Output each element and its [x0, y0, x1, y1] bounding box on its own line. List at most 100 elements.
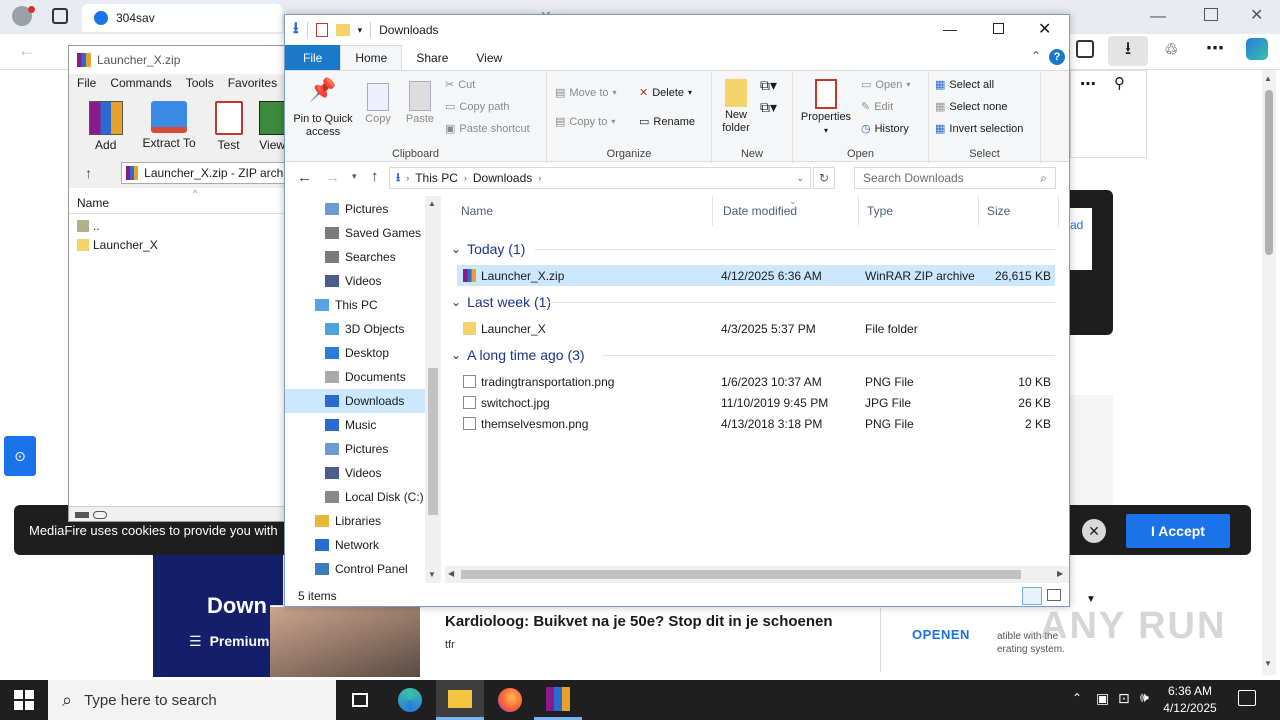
breadcrumb-downloads[interactable]: Downloads: [473, 171, 532, 185]
folder-qa-icon[interactable]: [335, 24, 350, 36]
explorer-maximize-icon[interactable]: [993, 23, 1004, 34]
paste-button[interactable]: Paste: [403, 81, 437, 126]
winrar-menu-commands[interactable]: Commands: [110, 76, 171, 90]
file-row[interactable]: themselvesmon.png 4/13/2018 3:18 PM PNG Fi…: [457, 413, 1055, 434]
browser-tab[interactable]: 304sav: [82, 4, 282, 32]
new-item-icon[interactable]: ⧉▾: [760, 77, 777, 94]
paste-shortcut-button[interactable]: ▣ Paste shortcut: [445, 122, 530, 136]
file-explorer-taskbar-icon[interactable]: [436, 680, 484, 720]
ad-image[interactable]: [270, 607, 420, 677]
copilot-icon[interactable]: [1246, 38, 1268, 60]
winrar-add-button[interactable]: Add: [77, 101, 134, 157]
winrar-row-parent[interactable]: ..: [77, 216, 100, 236]
breadcrumb-this-pc[interactable]: This PC: [415, 171, 458, 185]
new-folder-button[interactable]: New folder: [716, 79, 756, 135]
nav-item-network[interactable]: Network: [285, 533, 425, 557]
nav-back-icon[interactable]: ←: [297, 169, 312, 186]
nav-scroll-up-icon[interactable]: ▲: [428, 199, 436, 208]
hscroll-right-icon[interactable]: ▶: [1057, 569, 1063, 578]
ad-title[interactable]: Kardioloog: Buikvet na je 50e? Stop dit …: [445, 613, 833, 630]
tab-file[interactable]: File: [285, 45, 341, 70]
winrar-path-box[interactable]: Launcher_X.zip - ZIP archi: [121, 162, 287, 184]
nav-scroll-down-icon[interactable]: ▼: [428, 570, 436, 579]
nav-forward-icon[interactable]: →: [325, 169, 340, 186]
nav-item-desktop[interactable]: Desktop: [285, 341, 425, 365]
tab-home[interactable]: Home: [340, 45, 403, 70]
minimize-icon[interactable]: —: [1150, 8, 1180, 26]
nav-item-pictures[interactable]: Pictures: [285, 197, 425, 221]
horizontal-scroll-thumb[interactable]: [461, 570, 1021, 579]
nav-item-control-panel[interactable]: Control Panel: [285, 557, 425, 581]
start-icon[interactable]: [14, 690, 34, 710]
notifications-icon[interactable]: [1238, 690, 1256, 706]
nav-item-music[interactable]: Music: [285, 413, 425, 437]
winrar-test-button[interactable]: Test: [204, 101, 254, 157]
scroll-down-icon[interactable]: ▼: [1264, 659, 1272, 668]
edge-taskbar-icon[interactable]: [386, 680, 434, 720]
group-header[interactable]: ⌄ Last week (1): [451, 291, 551, 313]
task-view-icon[interactable]: [336, 680, 384, 720]
dropdown-caret-icon[interactable]: ▼: [1086, 594, 1096, 605]
back-icon[interactable]: ←: [18, 40, 36, 61]
clock[interactable]: 6:36 AM 4/12/2025: [1160, 683, 1220, 717]
explorer-minimize-icon[interactable]: —: [943, 21, 957, 37]
winrar-menu-favorites[interactable]: Favorites: [228, 76, 277, 90]
tab-share[interactable]: Share: [402, 45, 462, 70]
performance-icon[interactable]: ♲: [1164, 40, 1178, 60]
address-dropdown-icon[interactable]: ⌄: [796, 173, 810, 184]
tab-view[interactable]: View: [462, 45, 516, 70]
network-icon[interactable]: ⊡: [1118, 690, 1130, 707]
nav-scroll-thumb[interactable]: [428, 368, 438, 515]
move-to-button[interactable]: ▤ Move to ▾: [555, 86, 617, 100]
tab-actions-icon[interactable]: [52, 8, 68, 24]
column-name[interactable]: Name: [453, 196, 713, 226]
mediafire-banner[interactable]: Down ☰ Premium: [153, 555, 283, 677]
winrar-row-folder[interactable]: Launcher_X: [77, 235, 158, 255]
scroll-up-icon[interactable]: ▲: [1264, 74, 1272, 83]
nav-item-videos[interactable]: Videos: [285, 269, 425, 293]
delete-button[interactable]: ✕ Delete ▾: [639, 86, 692, 100]
winrar-taskbar-icon[interactable]: [534, 680, 582, 720]
winrar-extract-button[interactable]: Extract To: [138, 101, 199, 157]
explorer-close-icon[interactable]: ✕: [1038, 19, 1051, 39]
more-icon[interactable]: ⋯: [1206, 38, 1224, 59]
copy-to-button[interactable]: ▤ Copy to ▾: [555, 115, 615, 129]
file-row[interactable]: Launcher_X.zip 4/12/2025 6:36 AM WinRAR ZI…: [457, 265, 1055, 286]
nav-item-3d-objects[interactable]: 3D Objects: [285, 317, 425, 341]
column-date[interactable]: Date modified: [715, 196, 859, 226]
nav-item-videos[interactable]: Videos: [285, 461, 425, 485]
file-row[interactable]: tradingtransportation.png 1/6/2023 10:37 …: [457, 371, 1055, 392]
dark-card-button[interactable]: ad: [1070, 208, 1092, 270]
invert-selection-button[interactable]: ▦ Invert selection: [935, 122, 1023, 136]
select-all-button[interactable]: ▦ Select all: [935, 78, 994, 92]
details-view-icon[interactable]: [1022, 587, 1042, 605]
restore-icon[interactable]: [1204, 8, 1218, 21]
panel-more-icon[interactable]: ⋯: [1080, 74, 1096, 94]
properties-qa-icon[interactable]: [315, 23, 328, 37]
winrar-view-button[interactable]: View: [257, 101, 287, 157]
address-bar[interactable]: ⭳ › This PC › Downloads › ⌄: [389, 167, 811, 189]
copy-path-button[interactable]: ▭ Copy path: [445, 100, 510, 114]
winrar-column-name[interactable]: Name: [69, 188, 287, 214]
nav-up-icon[interactable]: ↑: [371, 168, 379, 185]
winrar-titlebar[interactable]: Launcher_X.zip: [69, 46, 287, 74]
nav-item-saved-games[interactable]: Saved Games: [285, 221, 425, 245]
collapse-chevron-icon[interactable]: ⌄: [451, 242, 461, 256]
refresh-icon[interactable]: ↻: [813, 167, 835, 189]
accept-cookies-button[interactable]: I Accept: [1126, 514, 1230, 548]
side-widget-button[interactable]: ⊙: [4, 436, 36, 476]
downloads-icon[interactable]: ⭳: [1108, 36, 1148, 66]
rename-button[interactable]: ▭ Rename: [639, 115, 695, 129]
collapse-chevron-icon[interactable]: ⌄: [451, 348, 461, 362]
winrar-menu-file[interactable]: File: [77, 76, 96, 90]
qa-dropdown-icon[interactable]: ▾: [358, 25, 363, 36]
copy-button[interactable]: Copy: [361, 83, 395, 126]
nav-item-downloads[interactable]: Downloads: [285, 389, 425, 413]
taskbar-search[interactable]: ⌕ Type here to search: [48, 680, 336, 720]
nav-item-local-disk-c-[interactable]: Local Disk (C:): [285, 485, 425, 509]
cookie-close-button[interactable]: ✕: [1082, 519, 1106, 543]
winrar-menu-tools[interactable]: Tools: [186, 76, 214, 90]
ribbon-collapse-icon[interactable]: ⌃: [1031, 49, 1041, 63]
column-type[interactable]: Type: [859, 196, 979, 226]
volume-icon[interactable]: 🕪: [1140, 689, 1149, 706]
